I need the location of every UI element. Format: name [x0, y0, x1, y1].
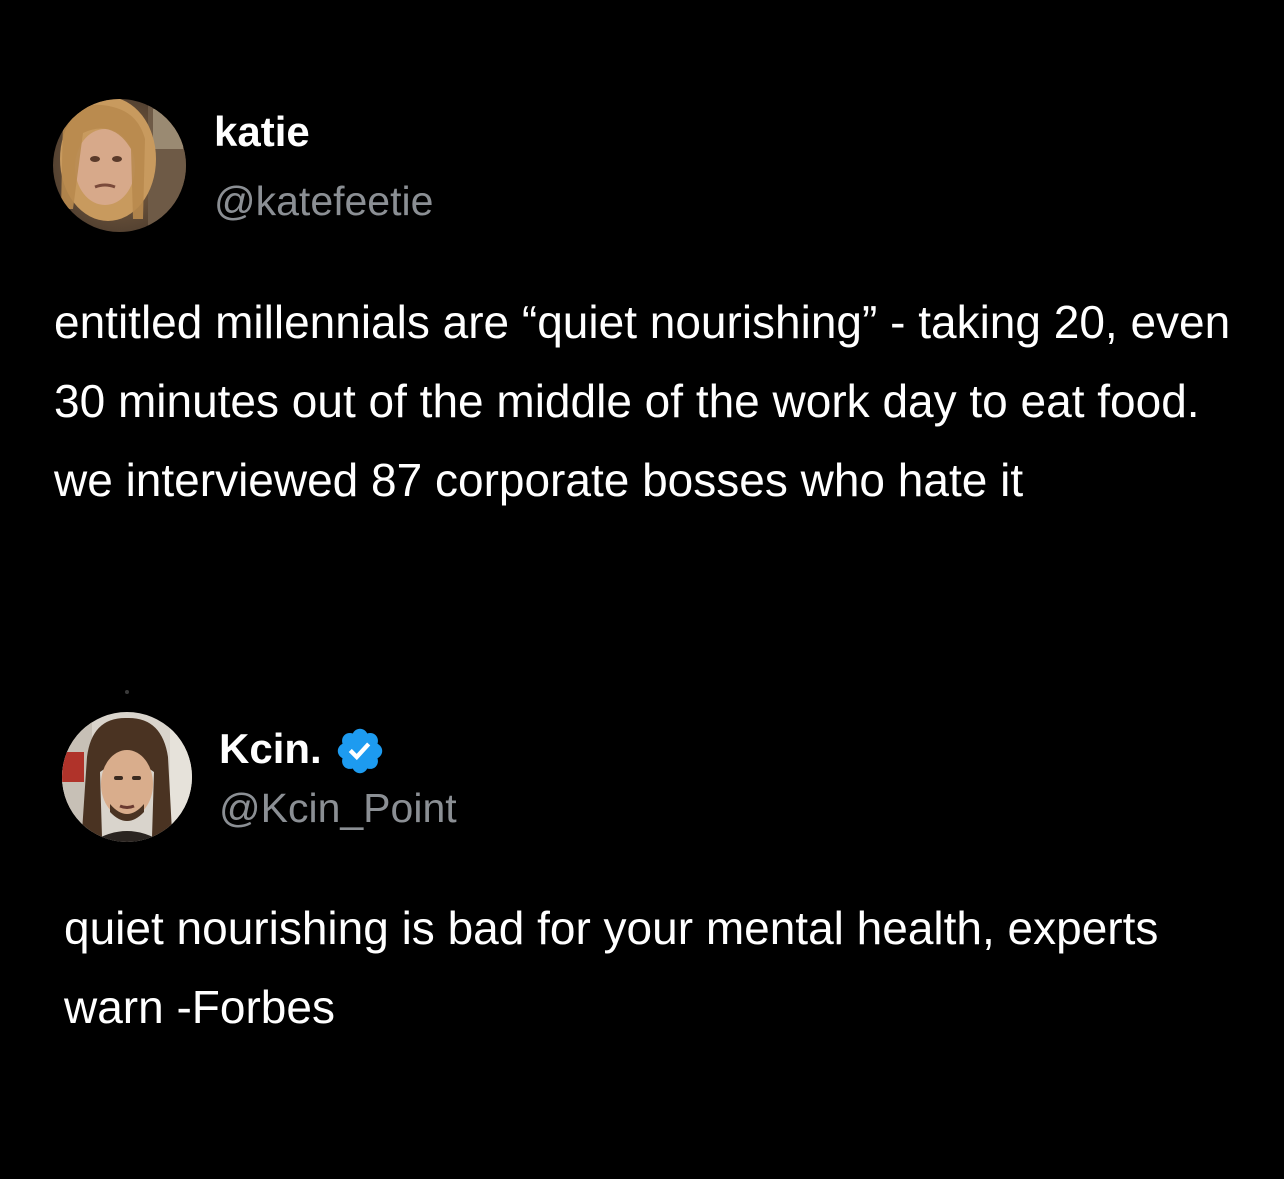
name-row: Kcin.	[219, 721, 386, 777]
display-name[interactable]: Kcin.	[219, 725, 322, 773]
display-name[interactable]: katie	[214, 108, 310, 156]
user-handle[interactable]: @Kcin_Point	[219, 785, 457, 832]
tweet-text: entitled millennials are “quiet nourishi…	[54, 296, 1231, 506]
tweet-text: quiet nourishing is bad for your mental …	[64, 902, 1159, 1033]
avatar-kcin[interactable]	[62, 712, 192, 842]
verified-badge-icon	[334, 725, 386, 777]
profile-photo-icon	[62, 712, 192, 842]
user-handle[interactable]: @katefeetie	[214, 178, 433, 225]
avatar-katie[interactable]	[53, 99, 186, 232]
divider-dot	[125, 690, 129, 694]
profile-photo-icon	[53, 99, 186, 232]
